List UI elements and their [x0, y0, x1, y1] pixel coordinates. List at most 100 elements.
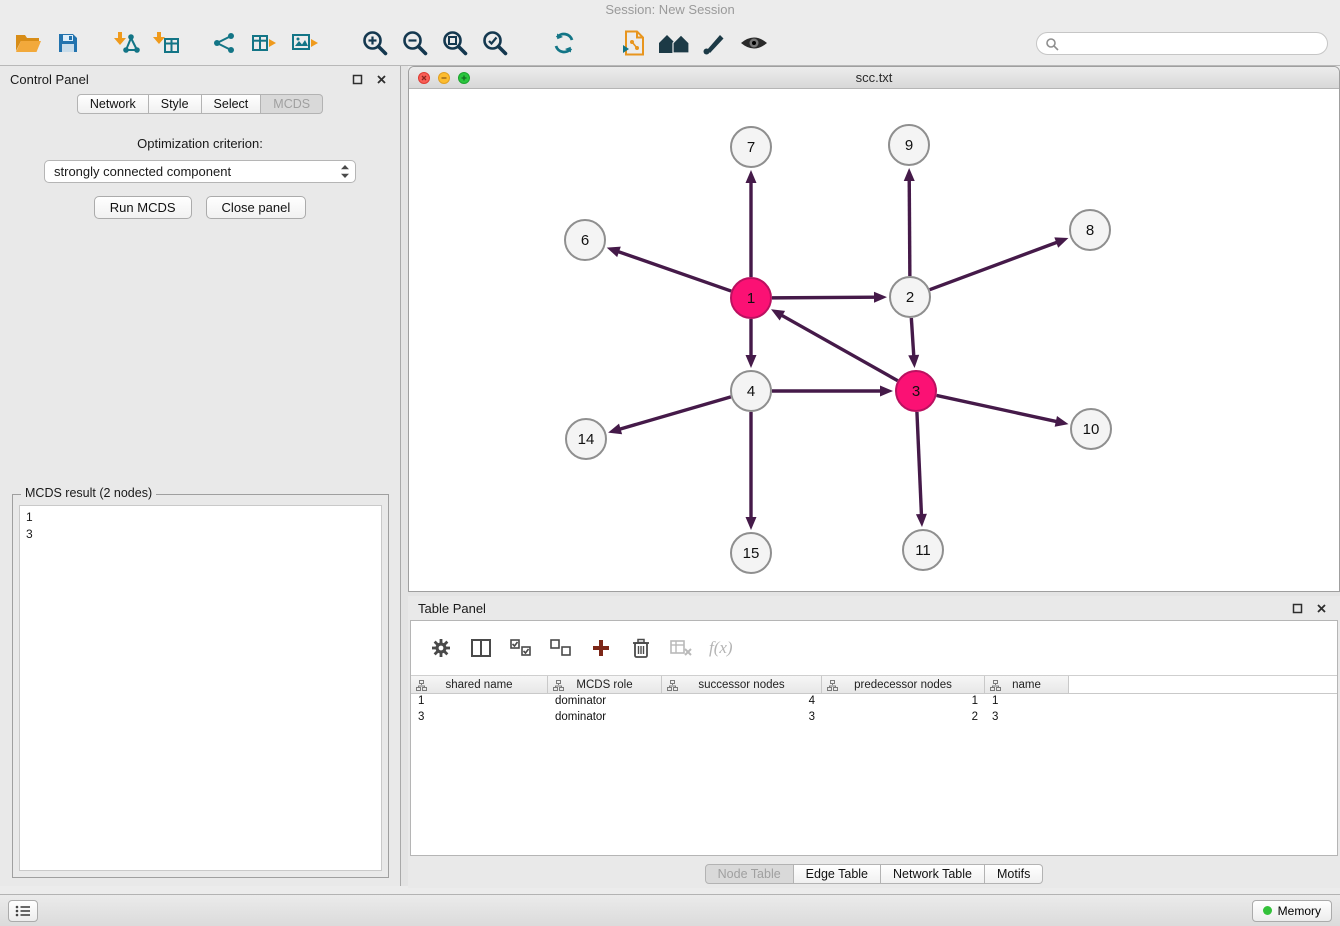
show-graphics-details-button[interactable] [734, 24, 774, 62]
network-canvas[interactable]: 7 9 6 8 1 2 4 3 14 10 15 11 [409, 89, 1339, 591]
tab-style[interactable]: Style [149, 94, 202, 114]
search-input[interactable] [1064, 37, 1327, 51]
import-table-button[interactable] [146, 24, 186, 62]
open-session-button[interactable] [8, 24, 48, 62]
graph-edge-1-6[interactable] [617, 251, 731, 291]
criterion-dropdown[interactable]: strongly connected component [44, 160, 356, 183]
close-glyph-icon [421, 75, 427, 81]
graph-edge-1-2[interactable] [772, 297, 876, 298]
graph-edge-2-9[interactable] [909, 179, 910, 276]
float-table-panel-button[interactable] [1288, 599, 1306, 617]
save-session-button[interactable] [48, 24, 88, 62]
first-neighbors-button[interactable] [654, 24, 694, 62]
graph-node-1[interactable]: 1 [731, 278, 771, 318]
graph-node-7[interactable]: 7 [731, 127, 771, 167]
float-panel-button[interactable] [348, 70, 366, 88]
column-header-label: name [1012, 679, 1041, 691]
node-label: 15 [743, 545, 760, 562]
tab-node-table[interactable]: Node Table [705, 864, 794, 884]
cell-MCDS-role[interactable]: dominator [548, 710, 662, 726]
graph-edge-3-1[interactable] [781, 315, 898, 381]
table-row[interactable]: 3dominator323 [411, 710, 1337, 726]
tab-network[interactable]: Network [77, 94, 149, 114]
graph-node-10[interactable]: 10 [1071, 409, 1111, 449]
table-panel-header: Table Panel [408, 596, 1340, 620]
graph-node-9[interactable]: 9 [889, 125, 929, 165]
graph-node-2[interactable]: 2 [890, 277, 930, 317]
column-header-MCDS-role[interactable]: MCDS role [548, 676, 662, 693]
graph-edge-2-8[interactable] [930, 242, 1058, 290]
function-builder-button[interactable]: f(x) [705, 632, 737, 664]
graph-node-3[interactable]: 3 [896, 371, 936, 411]
add-row-button[interactable] [585, 632, 617, 664]
tab-edge-table[interactable]: Edge Table [794, 864, 881, 884]
minimize-window-button[interactable] [438, 72, 450, 84]
column-header-predecessor-nodes[interactable]: predecessor nodes [822, 676, 985, 693]
graph-edge-2-3[interactable] [911, 318, 913, 357]
style-document-button[interactable] [614, 24, 654, 62]
close-panel-button[interactable] [372, 70, 390, 88]
zoom-window-button[interactable] [458, 72, 470, 84]
table-settings-button[interactable] [425, 632, 457, 664]
refresh-layout-button[interactable] [544, 24, 584, 62]
export-image-button[interactable] [284, 24, 324, 62]
cell-predecessor-nodes[interactable]: 2 [822, 710, 985, 726]
zoom-in-button[interactable] [354, 24, 394, 62]
cell-shared-name[interactable]: 1 [411, 694, 548, 710]
zoom-out-button[interactable] [394, 24, 434, 62]
column-header-shared-name[interactable]: shared name [411, 676, 548, 693]
close-window-button[interactable] [418, 72, 430, 84]
graph-node-4[interactable]: 4 [731, 371, 771, 411]
deselect-all-button[interactable] [545, 632, 577, 664]
export-table-button[interactable] [244, 24, 284, 62]
table-body: 1dominator4113dominator323 [411, 694, 1337, 726]
zoom-fit-button[interactable] [434, 24, 474, 62]
close-mcds-panel-button[interactable]: Close panel [206, 196, 307, 219]
graph-node-8[interactable]: 8 [1070, 210, 1110, 250]
column-header-name[interactable]: name [985, 676, 1069, 693]
run-mcds-button[interactable]: Run MCDS [94, 196, 192, 219]
show-columns-button[interactable] [465, 632, 497, 664]
search-field[interactable] [1036, 32, 1328, 55]
network-window-title: scc.txt [856, 70, 893, 85]
tab-network-table[interactable]: Network Table [881, 864, 985, 884]
select-all-button[interactable] [505, 632, 537, 664]
cell-name[interactable]: 1 [985, 694, 1069, 710]
graph-node-15[interactable]: 15 [731, 533, 771, 573]
graph-node-11[interactable]: 11 [903, 530, 943, 570]
zoom-selected-button[interactable] [474, 24, 514, 62]
list-icon [15, 905, 31, 917]
network-window-titlebar: scc.txt [409, 67, 1339, 89]
graph-edge-4-14[interactable] [619, 397, 731, 430]
memory-label: Memory [1278, 904, 1321, 918]
tab-mcds[interactable]: MCDS [261, 94, 323, 114]
cell-predecessor-nodes[interactable]: 1 [822, 694, 985, 710]
graph-node-14[interactable]: 14 [566, 419, 606, 459]
tab-motifs[interactable]: Motifs [985, 864, 1043, 884]
delete-row-button[interactable] [625, 632, 657, 664]
node-table-container: f(x) shared nameMCDS rolesuccessor nodes… [410, 620, 1338, 856]
save-floppy-icon [57, 32, 79, 54]
memory-button[interactable]: Memory [1252, 900, 1332, 922]
network-graph[interactable]: 7 9 6 8 1 2 4 3 14 10 15 11 [409, 89, 1339, 591]
cell-shared-name[interactable]: 3 [411, 710, 548, 726]
cell-successor-nodes[interactable]: 4 [662, 694, 822, 710]
column-type-icon [827, 680, 838, 691]
vertical-splitter[interactable] [401, 66, 408, 886]
column-header-successor-nodes[interactable]: successor nodes [662, 676, 822, 693]
style-brush-button[interactable] [694, 24, 734, 62]
table-row[interactable]: 1dominator411 [411, 694, 1337, 710]
close-table-panel-button[interactable] [1312, 599, 1330, 617]
graph-node-6[interactable]: 6 [565, 220, 605, 260]
share-network-button[interactable] [204, 24, 244, 62]
cell-successor-nodes[interactable]: 3 [662, 710, 822, 726]
task-history-button[interactable] [8, 900, 38, 922]
delete-table-button[interactable] [665, 632, 697, 664]
tab-select[interactable]: Select [202, 94, 262, 114]
graph-edge-3-10[interactable] [937, 395, 1058, 421]
cell-name[interactable]: 3 [985, 710, 1069, 726]
mcds-result-text[interactable]: 13 [19, 505, 382, 871]
graph-edge-3-11[interactable] [917, 412, 922, 516]
cell-MCDS-role[interactable]: dominator [548, 694, 662, 710]
import-network-button[interactable] [106, 24, 146, 62]
